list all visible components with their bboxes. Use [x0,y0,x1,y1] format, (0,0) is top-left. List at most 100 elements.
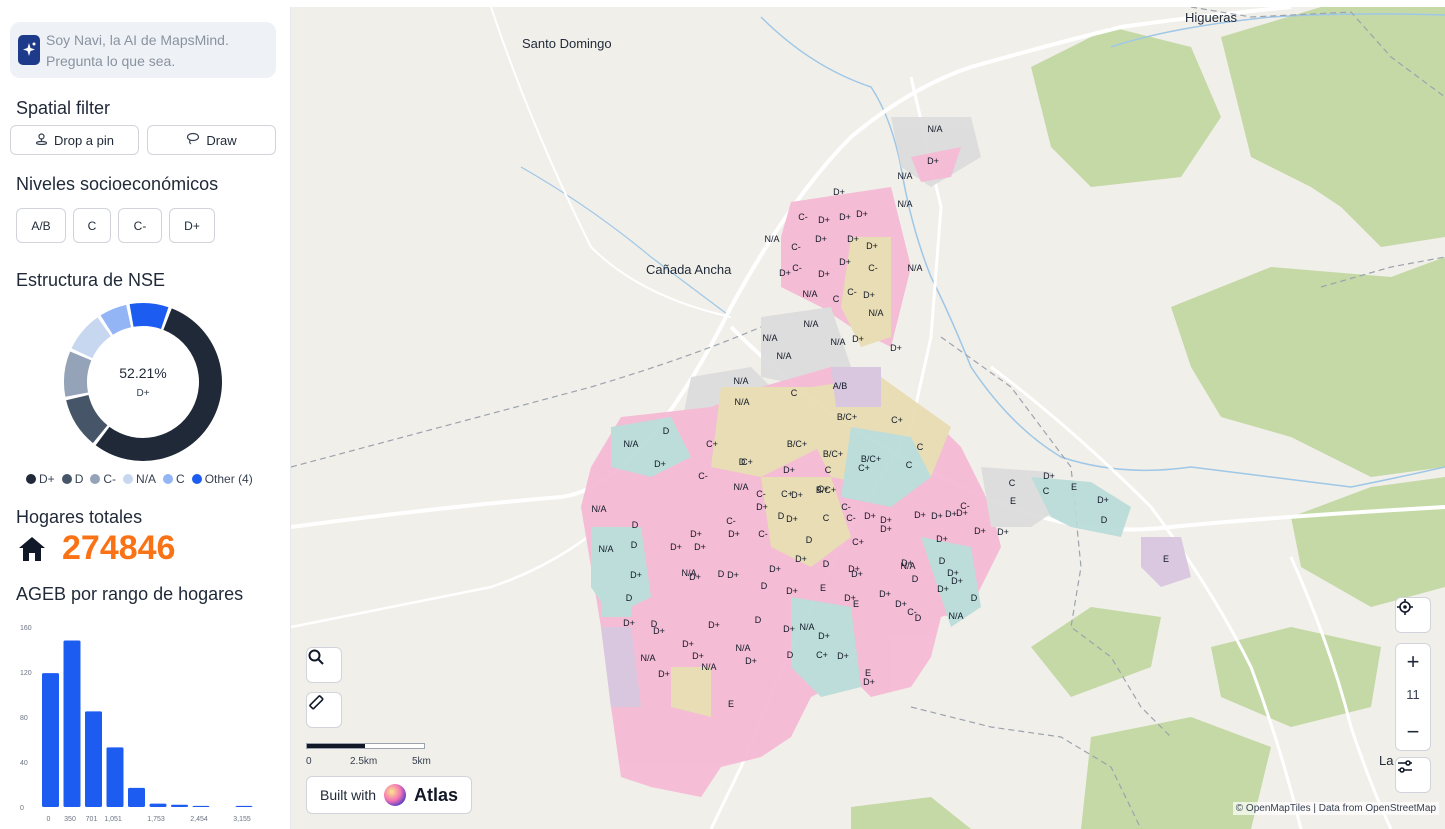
area-label: D+ [864,511,876,521]
area-label: N/A [733,376,748,386]
area-label: D+ [847,234,859,244]
area-label: D+ [837,651,849,661]
area-label: D+ [670,542,682,552]
area-label: N/A [681,568,696,578]
area-label: D+ [927,156,939,166]
area-label: D+ [890,343,902,353]
area-label: D [912,574,919,584]
area-label: D+ [863,677,875,687]
chip-c[interactable]: C [73,208,111,243]
area-label: D [806,535,813,545]
area-label: C [1043,486,1050,496]
hogares-value: 274846 [62,529,176,567]
histogram-bar-0[interactable] [42,673,59,807]
histogram-bar-4[interactable] [128,787,145,807]
area-label: C- [791,242,801,252]
chip-ab[interactable]: A/B [16,208,66,243]
area-label: D+ [839,212,851,222]
legend-label: D [74,472,84,486]
sparkle-icon [18,35,40,65]
area-label: D [739,457,746,467]
assistant-prompt[interactable]: Soy Navi, la AI de MapsMind. Pregunta lo… [10,22,276,78]
estructura-title: Estructura de NSE [16,270,166,290]
area-label: C [1009,478,1016,488]
locate-button[interactable] [1395,597,1431,633]
x-tick-label: 2,454 [190,816,208,823]
map-settings-button[interactable] [1395,757,1431,793]
draw-button[interactable]: Draw [147,125,276,155]
area-label: D+ [818,631,830,641]
area-label: D+ [815,234,827,244]
place-canada-ancha: Cañada Ancha [646,262,732,277]
nse-legend: D+ D C- N/A C Other (4) [26,472,253,486]
atlas-logo-icon [384,784,407,806]
area-label: N/A [802,289,817,299]
hogares-title: Hogares totales [16,507,143,527]
zoom-control: + 11 − [1395,643,1431,751]
drop-pin-label: Drop a pin [54,132,114,148]
built-with-atlas-badge[interactable]: Built with Atlas [306,776,472,814]
area-label: D+ [863,290,875,300]
spatial-filter-title: Spatial filter [16,98,111,118]
area-label: C- [798,212,808,222]
atlas-brand: Atlas [414,784,459,805]
area-label: E [1071,482,1077,492]
place-santo-domingo: Santo Domingo [522,36,612,51]
area-label: D+ [818,269,830,279]
draw-label: Draw [206,132,237,148]
scale-label-5km: 5km [412,756,431,767]
area-label: C- [756,489,766,499]
assistant-placeholder: Soy Navi, la AI de MapsMind. Pregunta lo… [46,32,229,69]
histogram-bar-5[interactable] [149,803,167,807]
area-label: D+ [879,589,891,599]
map-canvas[interactable]: N/A D+ N/A D+ N/A C- D+ D+ D+ N/A C- D+ D+ C- D+ D+ C- D+… [291,7,1445,829]
area-label: D [971,593,978,603]
histogram-bar-3[interactable] [106,747,124,807]
area-label: D+ [786,514,798,524]
histogram-bar-6[interactable] [171,804,188,807]
area-label: C- [792,263,802,273]
area-label: N/A [948,611,963,621]
histogram-bar-1[interactable] [63,640,81,808]
chip-c-minus[interactable]: C- [118,208,162,243]
area-label: D [1101,515,1108,525]
area-label: D [631,540,638,550]
niveles-title: Niveles socioeconómicos [16,174,219,194]
area-label: C- [868,263,878,273]
area-label: N/A [799,622,814,632]
area-label: D+ [654,459,666,469]
area-label: C [791,388,798,398]
area-label: D+ [630,570,642,580]
area-label: D+ [756,502,768,512]
donut-segment-1 [66,394,108,444]
drop-pin-button[interactable]: Drop a pin [10,125,139,155]
area-label: D+ [1097,495,1109,505]
y-tick-label: 80 [20,715,28,722]
area-label: D [718,569,725,579]
map-measure-button[interactable] [306,692,342,728]
area-label: A/B [833,381,848,391]
area-label: D+ [833,187,845,197]
area-label: C+ [706,439,718,449]
area-label: D+ [931,511,943,521]
histogram-bar-7[interactable] [192,805,210,807]
histogram-bar-2[interactable] [85,711,102,807]
donut-center-value: 52.21% [119,365,167,381]
area-label: C+ [858,463,870,473]
area-label: C [825,465,832,475]
map-search-button[interactable] [306,647,342,683]
legend-item-1: D [61,472,84,486]
area-label: D [651,619,658,629]
chip-d-plus[interactable]: D+ [169,208,215,243]
area-label: D+ [856,209,868,219]
area-label: D+ [839,257,851,267]
ageb-bar-chart: 0 40 80 120 160 0 350 701 1,051 1,753 2,454 3,155 [20,625,253,823]
zoom-level: 11 [1406,687,1420,702]
area-label: C+ [852,537,864,547]
legend-label: N/A [136,472,157,486]
legend-label: C [176,472,185,486]
zoom-out-button[interactable]: − [1396,719,1430,745]
zoom-in-button[interactable]: + [1396,649,1430,675]
histogram-bar-9[interactable] [235,805,253,807]
area-label: N/A [907,263,922,273]
